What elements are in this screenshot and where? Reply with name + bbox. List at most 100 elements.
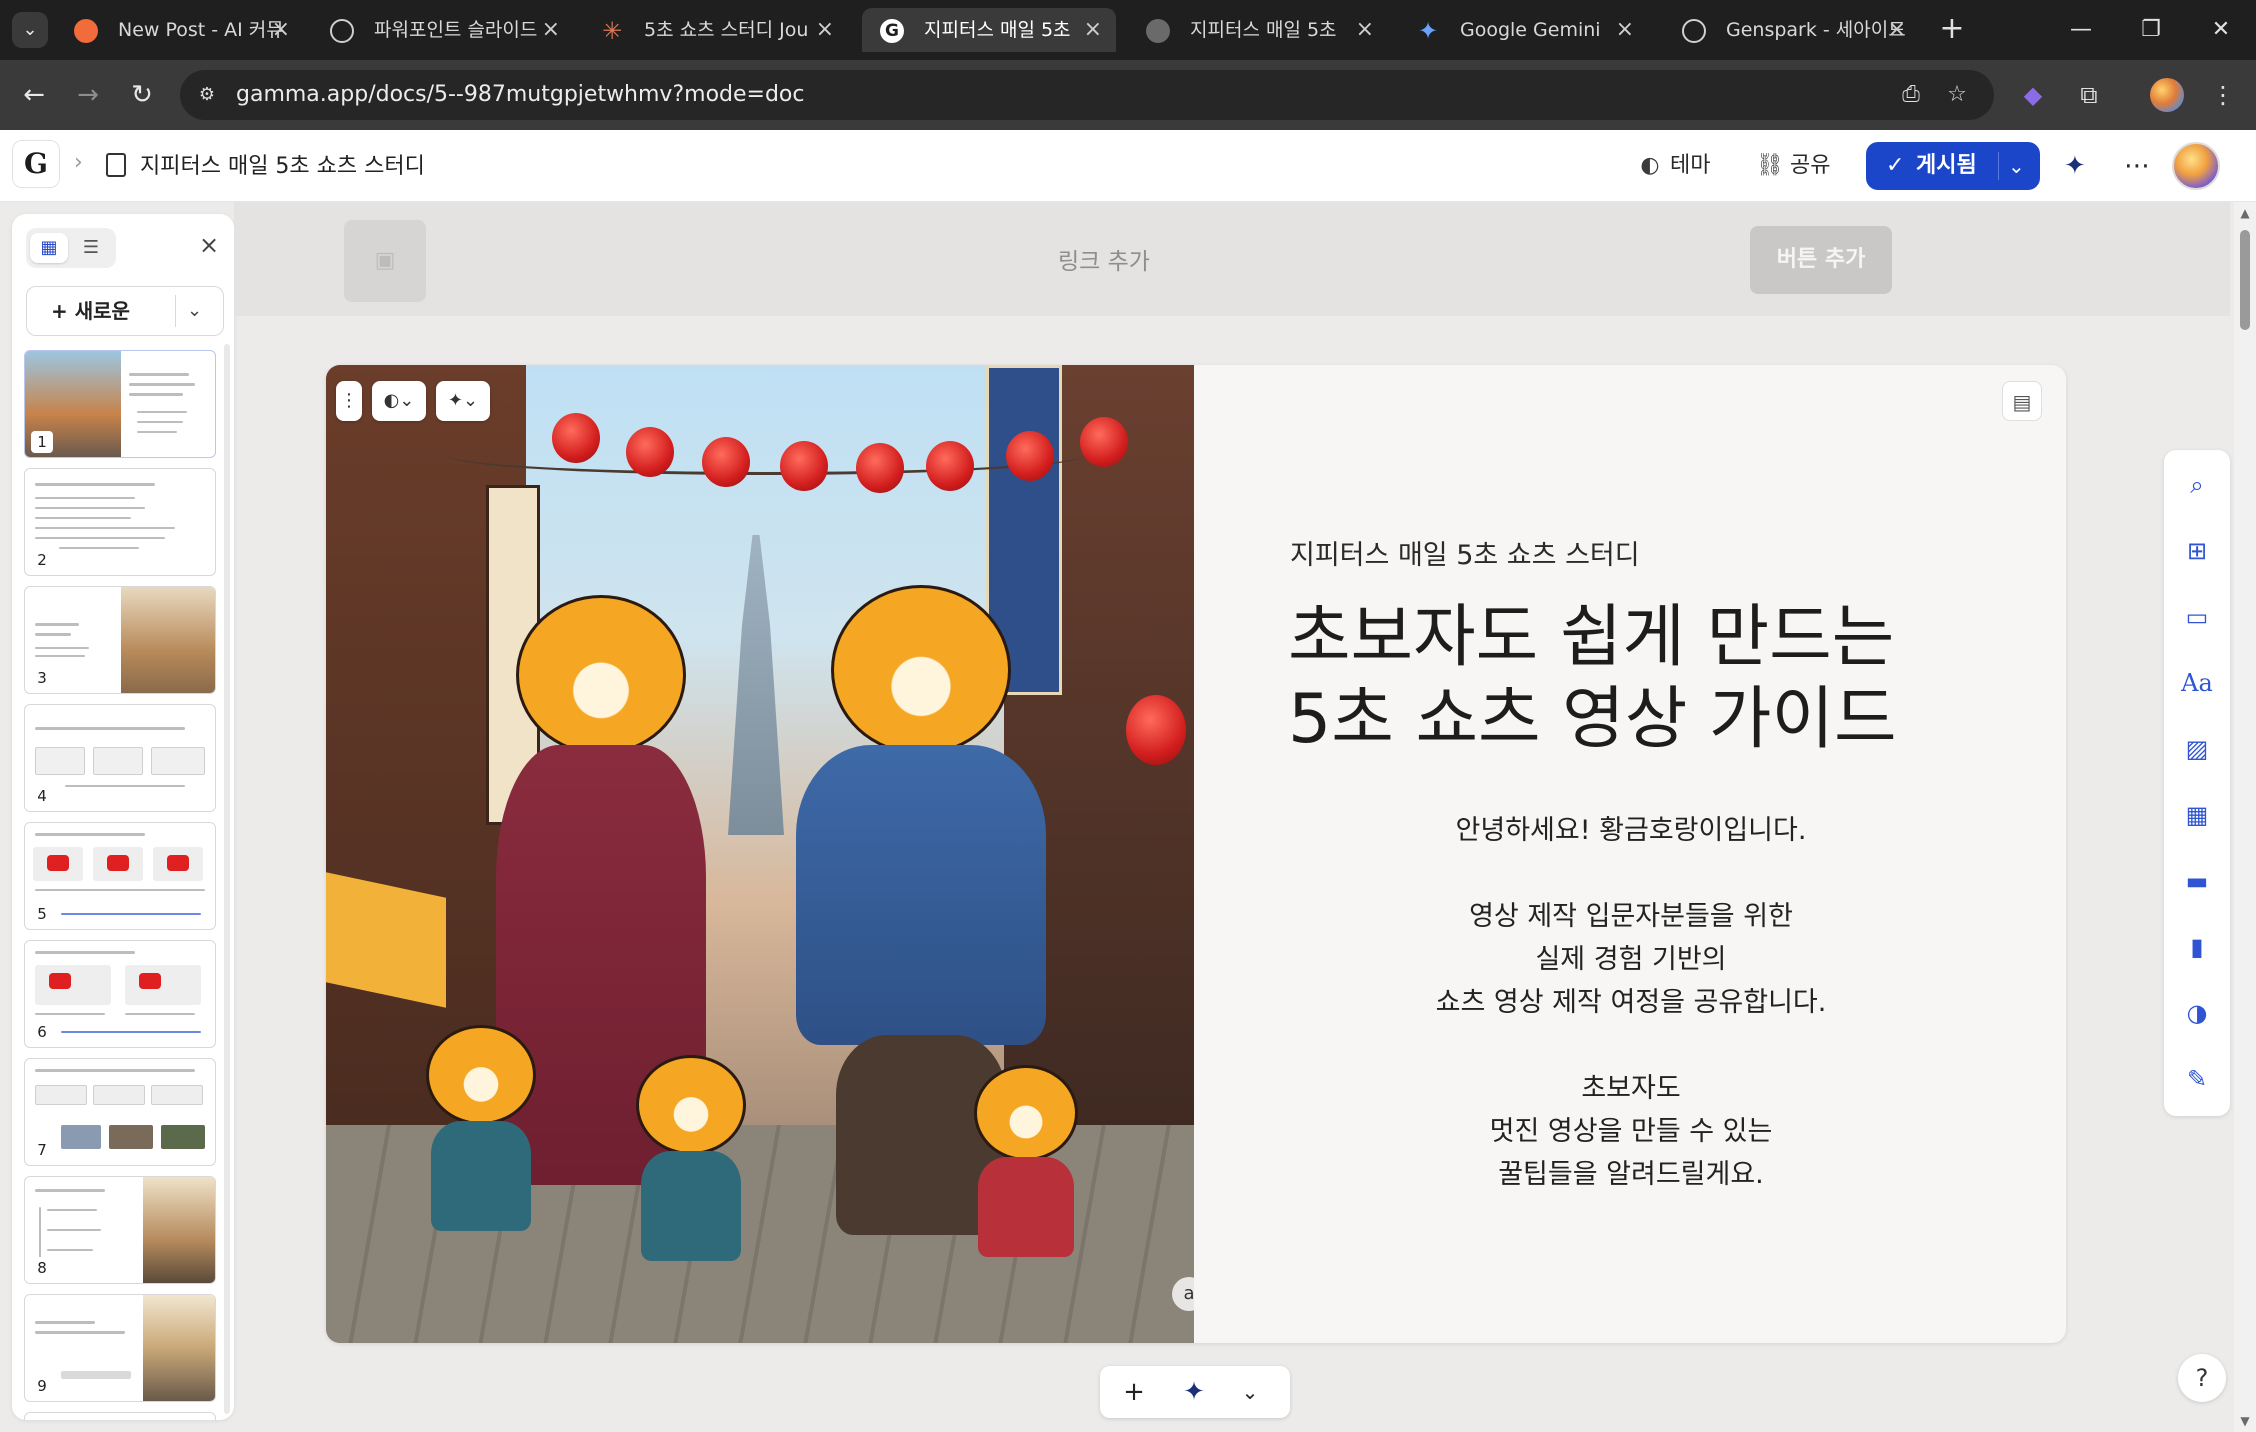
card-subtitle[interactable]: 지피터스 매일 5초 쇼츠 스터디 — [1290, 533, 1640, 572]
slide-number: 8 — [31, 1257, 53, 1279]
user-avatar[interactable] — [2172, 142, 2220, 190]
share-button[interactable]: ⛓ 공유 — [1756, 148, 1830, 184]
close-icon[interactable]: × — [816, 8, 834, 52]
edit-icon[interactable]: ✎ — [2180, 1062, 2214, 1096]
card-title[interactable]: 초보자도 쉽게 만드는 5초 쇼츠 영상 가이드 — [1288, 597, 1897, 761]
window-close-button[interactable]: ✕ — [2188, 0, 2254, 60]
extensions-puzzle-icon[interactable]: ⧉ — [2070, 76, 2108, 114]
close-icon[interactable]: × — [192, 228, 226, 262]
slide-number: 9 — [31, 1375, 53, 1397]
embed-icon[interactable]: ▬ — [2180, 864, 2214, 898]
page-scrollbar[interactable]: ▲ ▼ — [2234, 202, 2256, 1432]
reload-button[interactable]: ↻ — [122, 75, 162, 115]
browser-tab-active[interactable]: G 지피터스 매일 5초 × — [862, 8, 1116, 52]
hero-image[interactable]: ⋮ ◐⌄ ✦⌄ a — [326, 365, 1194, 1343]
browser-tab-2[interactable]: 파워포인트 슬라이드 × — [312, 8, 574, 52]
back-button[interactable]: ← — [14, 75, 54, 115]
text-icon[interactable]: Aa — [2180, 666, 2214, 700]
slide-thumbnail[interactable]: 3 — [24, 586, 216, 694]
paragraph-line: 쇼츠 영상 제작 여정을 공유합니다. — [1435, 987, 1827, 1018]
ai-edit-button[interactable]: ✦⌄ — [436, 381, 490, 421]
close-icon[interactable]: × — [272, 8, 290, 52]
install-app-icon[interactable]: ⎙ — [1896, 80, 1926, 110]
browser-tab-6[interactable]: ✦ Google Gemini × — [1398, 8, 1648, 52]
bookmark-star-icon[interactable]: ☆ — [1942, 80, 1972, 110]
panel-scrollbar[interactable] — [224, 344, 230, 1414]
chevron-down-icon[interactable]: ⌄ — [2008, 142, 2025, 190]
gamma-logo[interactable]: G — [12, 140, 60, 188]
list-view-icon[interactable]: ☰ — [72, 233, 110, 263]
doc-title[interactable]: 지피터스 매일 5초 쇼츠 스터디 — [140, 148, 425, 180]
close-icon[interactable]: × — [1616, 8, 1634, 52]
tiger-head — [974, 1065, 1078, 1161]
ai-sparkle-button[interactable]: ✦ — [2064, 148, 2086, 184]
minimize-button[interactable]: — — [2048, 0, 2114, 60]
video-icon[interactable]: ▦ — [2180, 798, 2214, 832]
theme-button[interactable]: ◐ 테마 — [1636, 148, 1710, 184]
image-placeholder-icon[interactable]: ▣ — [344, 220, 426, 302]
slide-thumbnail[interactable]: 9 — [24, 1294, 216, 1402]
layout-icon[interactable]: ▭ — [2180, 600, 2214, 634]
add-card-icon[interactable]: ⊞ — [2180, 534, 2214, 568]
thumbnail-text-line — [35, 517, 131, 519]
browser-tabstrip: ⌄ New Post - AI 커뮤 × 파워포인트 슬라이드 × ✳ 5초 쇼… — [0, 0, 2256, 60]
search-icon[interactable]: ⌕ — [2180, 468, 2214, 502]
notes-icon[interactable]: ▤ — [2002, 381, 2042, 421]
card-body[interactable]: 안녕하세요! 황금호랑이입니다. 영상 제작 입문자분들을 위한 실제 경험 기… — [1290, 809, 1972, 1239]
thumbnail-text-line — [137, 421, 183, 423]
add-button-button[interactable]: 버튼 추가 — [1750, 226, 1892, 294]
extension-icon[interactable]: ◆ — [2014, 76, 2052, 114]
scroll-thumb[interactable] — [2240, 230, 2250, 330]
profile-avatar[interactable] — [2150, 78, 2184, 112]
browser-toolbar: ← → ↻ ⚙ gamma.app/docs/5--987mutgpjetwhm… — [0, 60, 2256, 130]
slide-thumbnail[interactable]: 8 — [24, 1176, 216, 1284]
tab-search-button[interactable]: ⌄ — [12, 12, 48, 48]
thumbnail-text-line — [35, 833, 145, 836]
new-tab-button[interactable]: + — [1932, 10, 1972, 50]
slide-thumbnail[interactable]: 4 — [24, 704, 216, 812]
slide-thumbnail[interactable]: 7 — [24, 1058, 216, 1166]
slide-thumbnail[interactable]: 1 — [24, 350, 216, 458]
slide-thumbnail[interactable] — [24, 1412, 216, 1420]
browser-menu-icon[interactable]: ⋮ — [2204, 76, 2242, 114]
scroll-up-icon[interactable]: ▲ — [2238, 206, 2252, 220]
close-icon[interactable]: × — [542, 8, 560, 52]
browser-tab-3[interactable]: ✳ 5초 쇼츠 스터디 Jou × — [582, 8, 848, 52]
slide-thumbnail[interactable]: 5 — [24, 822, 216, 930]
drag-handle-icon[interactable]: ⋮ — [336, 381, 362, 421]
browser-tab-7[interactable]: Genspark - 세아이드 × — [1664, 8, 1920, 52]
new-slide-button[interactable]: + 새로운 ⌄ — [26, 286, 224, 336]
chevron-down-icon[interactable]: ⌄ — [1230, 1374, 1270, 1410]
chart-icon[interactable]: ▮ — [2180, 930, 2214, 964]
thumbnail-text-line — [65, 785, 185, 787]
toggle-icon[interactable]: ◑ — [2180, 996, 2214, 1030]
publish-button[interactable]: ✓ 게시됨 ⌄ — [1866, 142, 2040, 190]
lantern-icon — [1126, 695, 1186, 765]
gemini-icon: ✦ — [1417, 17, 1439, 45]
slides-panel: ▦ ☰ × + 새로운 ⌄ 1 2 3 4 5 6 7 8 9 — [12, 214, 234, 1420]
forward-button[interactable]: → — [68, 75, 108, 115]
close-icon[interactable]: × — [1356, 8, 1374, 52]
scroll-down-icon[interactable]: ▼ — [2238, 1414, 2252, 1428]
link-icon: ⛓ — [1756, 153, 1784, 178]
more-options-button[interactable]: ⋯ — [2124, 148, 2150, 184]
help-button[interactable]: ? — [2178, 1354, 2226, 1402]
grid-view-icon[interactable]: ▦ — [30, 233, 68, 263]
thumbnail-box — [151, 1085, 203, 1105]
thumbnail-text-line — [35, 655, 85, 657]
site-info-icon[interactable]: ⚙ — [194, 82, 220, 108]
add-card-button[interactable]: + — [1114, 1374, 1154, 1410]
address-bar[interactable]: ⚙ gamma.app/docs/5--987mutgpjetwhmv?mode… — [180, 70, 1994, 120]
card-style-button[interactable]: ◐⌄ — [372, 381, 426, 421]
restore-button[interactable]: ❐ — [2118, 0, 2184, 60]
slide-thumbnail[interactable]: 2 — [24, 468, 216, 576]
browser-tab-5[interactable]: 지피터스 매일 5초 × — [1128, 8, 1388, 52]
image-icon[interactable]: ▨ — [2180, 732, 2214, 766]
slide-thumbnail[interactable]: 6 — [24, 940, 216, 1048]
close-icon[interactable]: × — [1084, 8, 1102, 52]
chevron-down-icon[interactable]: ⌄ — [187, 287, 202, 335]
ai-add-button[interactable]: ✦ — [1174, 1374, 1214, 1410]
add-link-input[interactable]: 링크 추가 — [1058, 242, 1150, 276]
browser-tab-1[interactable]: New Post - AI 커뮤 × — [56, 8, 304, 52]
close-icon[interactable]: × — [1888, 8, 1906, 52]
